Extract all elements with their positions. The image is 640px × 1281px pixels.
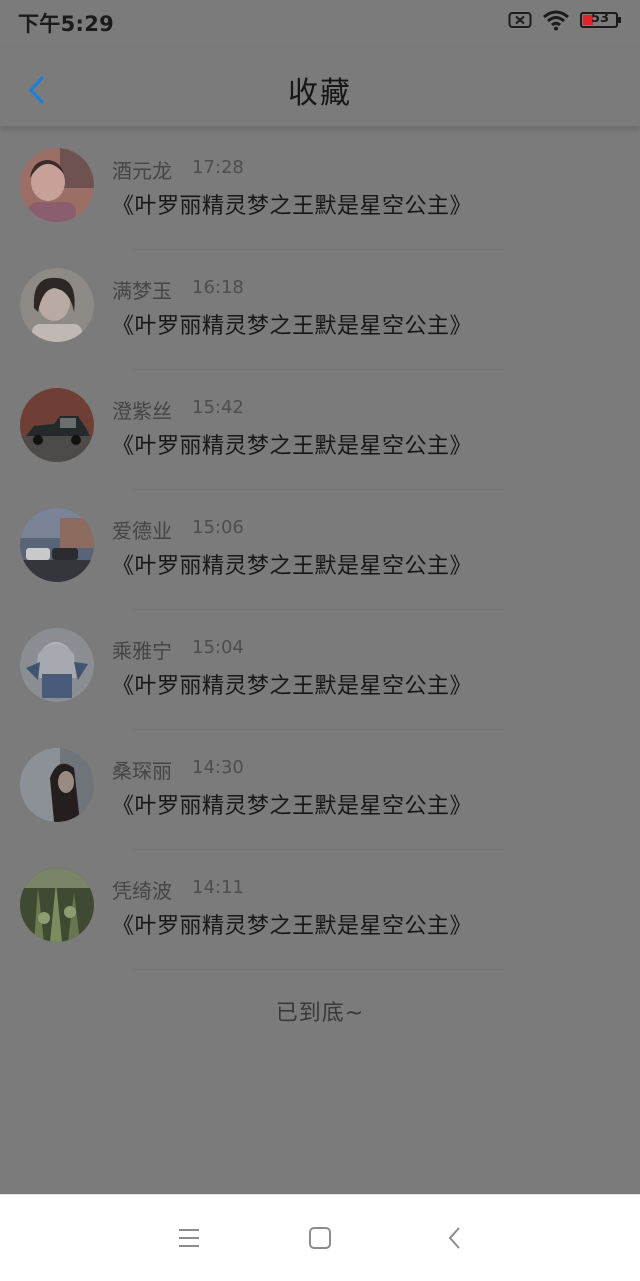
status-icons: 53	[508, 9, 622, 35]
author-name: 满梦玉	[112, 279, 172, 303]
timestamp: 14:30	[192, 757, 244, 778]
timestamp: 14:11	[192, 877, 244, 898]
item-title[interactable]: 《叶罗丽精灵梦之王默是星空公主》	[112, 308, 472, 340]
item-title[interactable]: 《叶罗丽精灵梦之王默是星空公主》	[112, 908, 472, 940]
back-icon	[448, 1227, 460, 1249]
timestamp: 15:42	[192, 397, 244, 418]
list-item[interactable]: 爱德业 15:06 《叶罗丽精灵梦之王默是星空公主》	[0, 490, 640, 610]
timestamp: 16:18	[192, 277, 244, 298]
list-item[interactable]: 桑琛丽 14:30 《叶罗丽精灵梦之王默是星空公主》	[0, 730, 640, 850]
avatar[interactable]	[20, 388, 94, 462]
author-name: 酒元龙	[112, 159, 172, 183]
author-name: 澄紫丝	[112, 399, 172, 423]
nav-back-button[interactable]	[442, 1225, 468, 1251]
author-name: 凭绮波	[112, 879, 172, 903]
author-name: 乘雅宁	[112, 639, 172, 663]
timestamp: 15:04	[192, 637, 244, 658]
item-title[interactable]: 《叶罗丽精灵梦之王默是星空公主》	[112, 668, 472, 700]
home-button[interactable]	[307, 1225, 333, 1251]
divider	[132, 969, 504, 970]
home-icon	[309, 1227, 331, 1249]
item-title[interactable]: 《叶罗丽精灵梦之王默是星空公主》	[112, 428, 472, 460]
timestamp: 17:28	[192, 157, 244, 178]
wifi-icon	[542, 9, 570, 35]
timestamp: 15:06	[192, 517, 244, 538]
sim-error-icon	[508, 10, 532, 34]
item-title[interactable]: 《叶罗丽精灵梦之王默是星空公主》	[112, 548, 472, 580]
favorites-list: 酒元龙 17:28 《叶罗丽精灵梦之王默是星空公主》 满梦玉 16:18 《叶罗…	[0, 130, 640, 970]
list-item[interactable]: 酒元龙 17:28 《叶罗丽精灵梦之王默是星空公主》	[0, 130, 640, 250]
end-of-list-text: 已到底~	[275, 1001, 365, 1026]
avatar[interactable]	[20, 508, 94, 582]
avatar[interactable]	[20, 868, 94, 942]
author-name: 爱德业	[112, 519, 172, 543]
page-title: 收藏	[288, 76, 352, 111]
avatar[interactable]	[20, 148, 94, 222]
menu-button[interactable]	[176, 1225, 202, 1251]
item-title[interactable]: 《叶罗丽精灵梦之王默是星空公主》	[112, 788, 472, 820]
battery-level: 53	[591, 11, 610, 26]
list-item[interactable]: 澄紫丝 15:42 《叶罗丽精灵梦之王默是星空公主》	[0, 370, 640, 490]
header: 收藏	[0, 48, 640, 127]
list-item[interactable]: 满梦玉 16:18 《叶罗丽精灵梦之王默是星空公主》	[0, 250, 640, 370]
avatar[interactable]	[20, 748, 94, 822]
status-time: 下午5:29	[18, 12, 115, 36]
avatar[interactable]	[20, 268, 94, 342]
status-bar: 下午5:29 53	[0, 0, 640, 46]
author-name: 桑琛丽	[112, 759, 172, 783]
item-title[interactable]: 《叶罗丽精灵梦之王默是星空公主》	[112, 188, 472, 220]
avatar[interactable]	[20, 628, 94, 702]
battery-icon: 53	[580, 10, 622, 34]
list-item[interactable]: 凭绮波 14:11 《叶罗丽精灵梦之王默是星空公主》	[0, 850, 640, 970]
navigation-bar	[0, 1194, 640, 1281]
menu-icon	[179, 1229, 199, 1247]
list-item[interactable]: 乘雅宁 15:04 《叶罗丽精灵梦之王默是星空公主》	[0, 610, 640, 730]
